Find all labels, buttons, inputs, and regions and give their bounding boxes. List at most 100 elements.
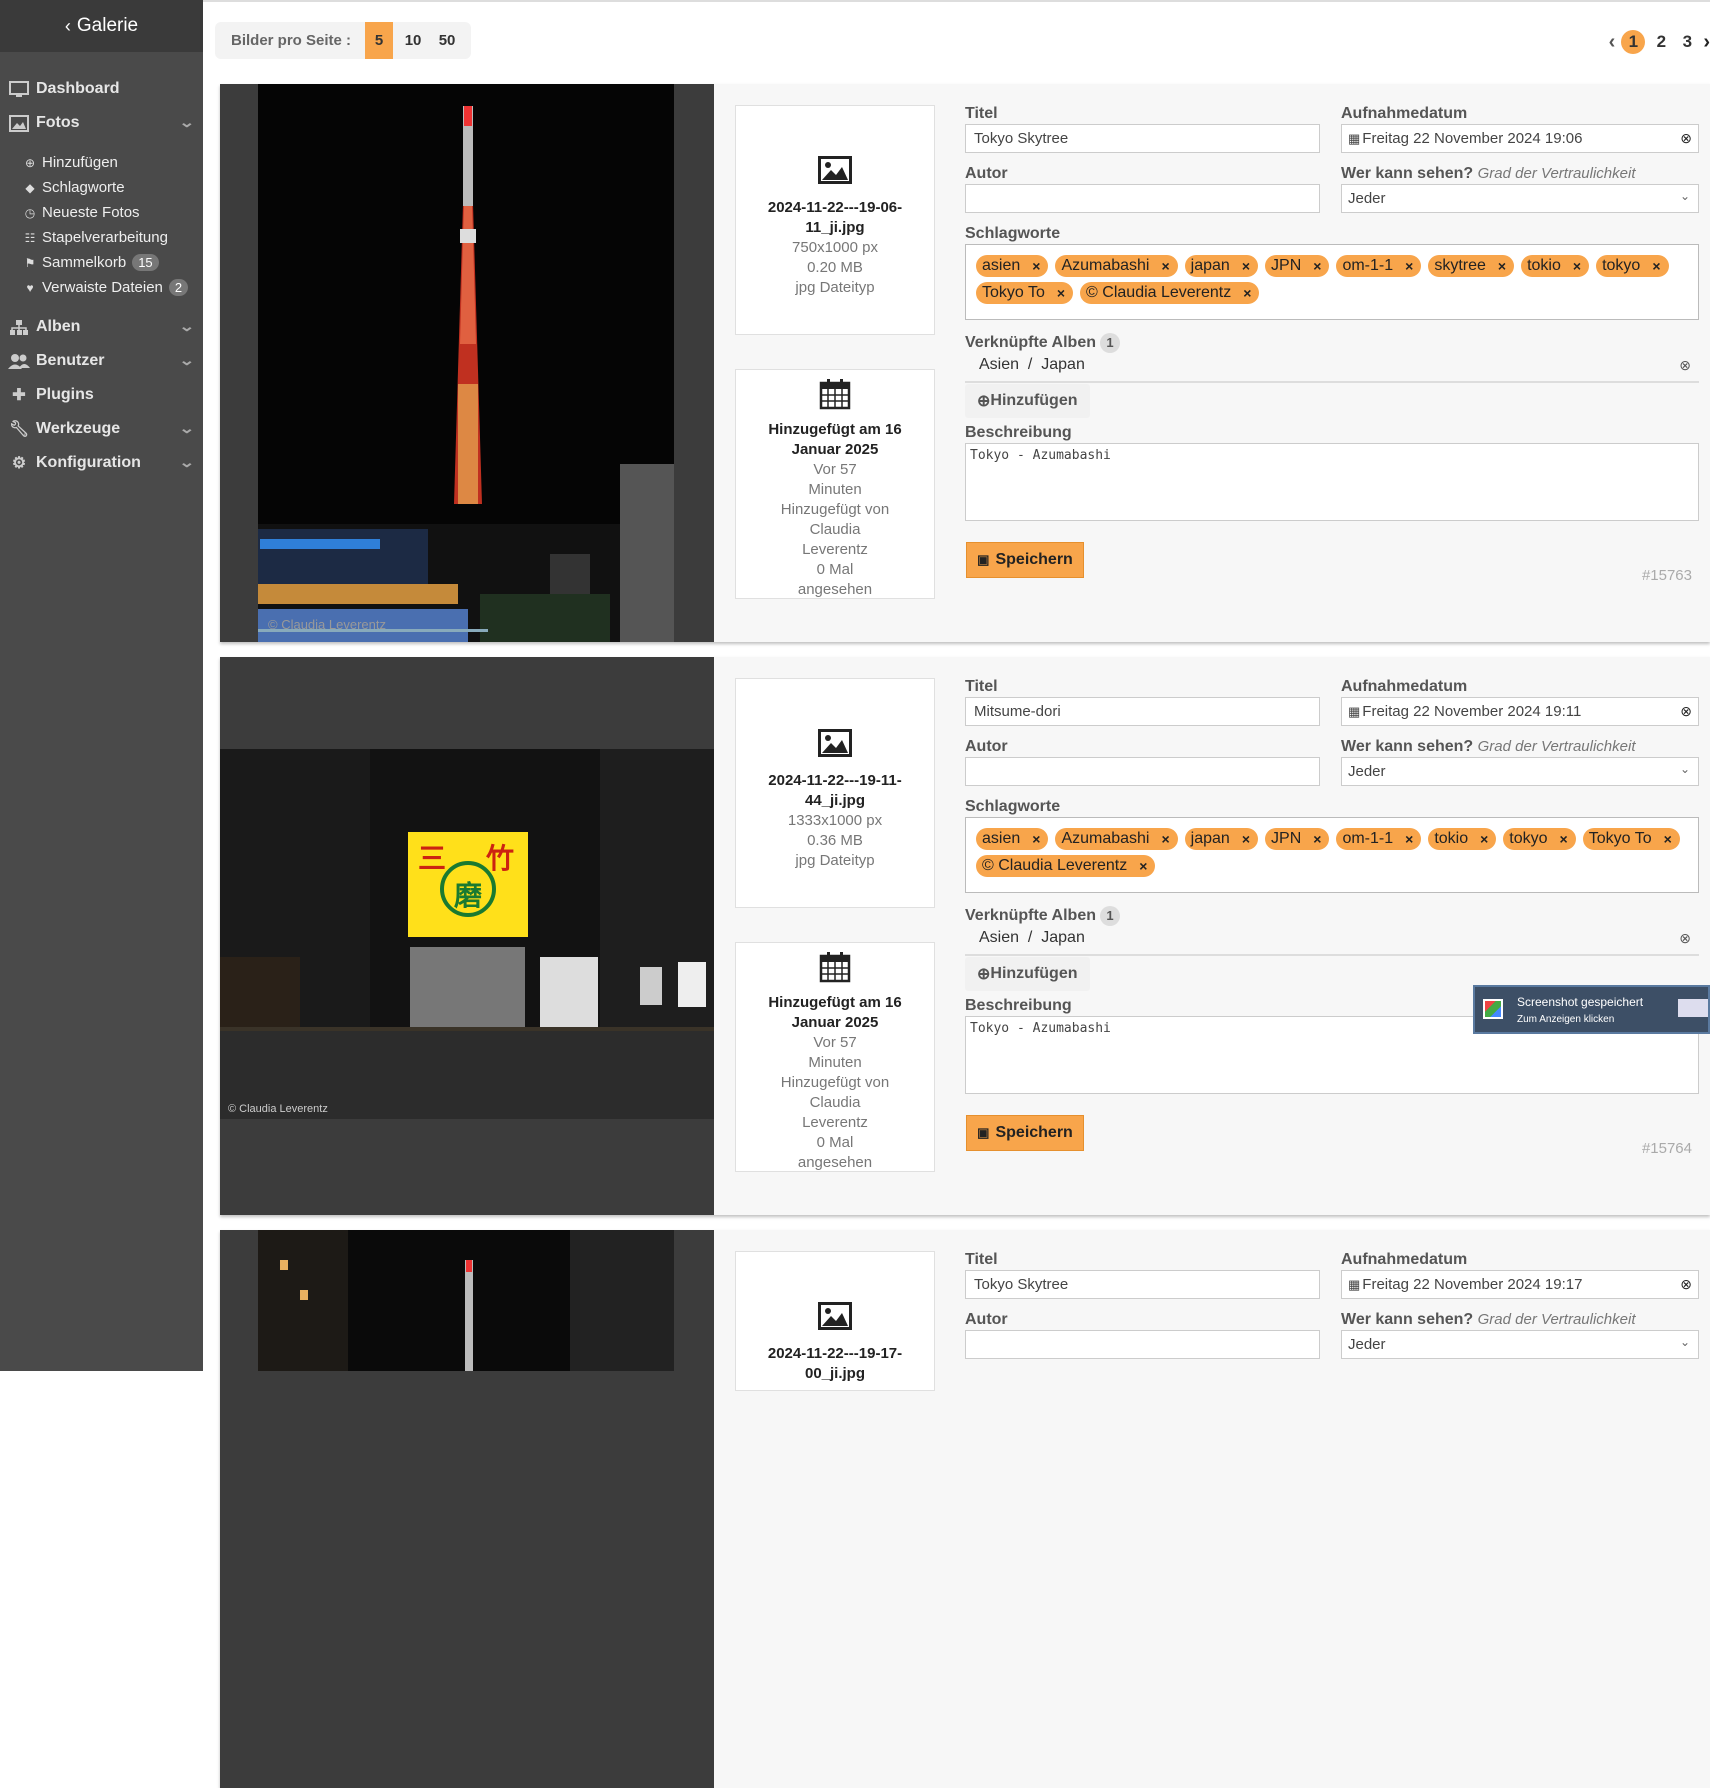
tag[interactable]: om-1-1 × <box>1336 828 1422 850</box>
clear-icon[interactable]: ⊗ <box>1680 1276 1692 1293</box>
save-button[interactable]: ▣ Speichern <box>966 1115 1084 1151</box>
chevron-right-icon[interactable]: › <box>1703 31 1710 54</box>
sidebar-subitem-add[interactable]: ⊕ Hinzufügen <box>0 150 203 175</box>
date-input[interactable]: ▦ Freitag 22 November 2024 19:11 ⊗ <box>1341 697 1699 726</box>
tag-label: om-1-1 <box>1342 257 1394 274</box>
chevron-left-icon[interactable]: ‹ <box>1609 31 1616 54</box>
sidebar-item-konfiguration[interactable]: ⚙ Konfiguration ⌄ <box>0 446 203 480</box>
remove-tag-icon[interactable]: × <box>1498 258 1506 274</box>
remove-tag-icon[interactable]: × <box>1032 831 1040 847</box>
description-textarea[interactable]: Tokyo - Azumabashi <box>965 443 1699 521</box>
tags-field[interactable]: asien × Azumabashi × japan × JPN × om-1-1 × t… <box>965 817 1699 893</box>
sidebar-subitem-label: Sammelkorb <box>42 254 127 271</box>
remove-tag-icon[interactable]: × <box>1560 831 1568 847</box>
tag[interactable]: © Claudia Leverentz × <box>1080 282 1260 304</box>
sidebar-subitem-tags[interactable]: ◆ Schlagworte <box>0 175 203 200</box>
sidebar-subitem-batch[interactable]: ☷ Stapelverarbeitung <box>0 225 203 250</box>
album-path[interactable]: Asien / Japan <box>979 929 1085 947</box>
author-input[interactable] <box>965 757 1320 786</box>
page-1[interactable]: 1 <box>1621 30 1646 54</box>
tag[interactable]: tokyo × <box>1503 828 1576 850</box>
remove-tag-icon[interactable]: × <box>1242 258 1250 274</box>
per-page-option-5[interactable]: 5 <box>365 22 394 59</box>
album-path[interactable]: Asien / Japan <box>979 356 1085 374</box>
page-2[interactable]: 2 <box>1651 32 1671 52</box>
page-3[interactable]: 3 <box>1677 32 1697 52</box>
remove-tag-icon[interactable]: × <box>1242 831 1250 847</box>
tag[interactable]: asien × <box>976 255 1049 277</box>
sidebar-item-alben[interactable]: Alben ⌄ <box>0 310 203 344</box>
tag[interactable]: © Claudia Leverentz × <box>976 855 1156 877</box>
sidebar-subitem-newest[interactable]: ◷ Neueste Fotos <box>0 200 203 225</box>
tag-label: tokyo <box>1602 257 1641 274</box>
date-value: Freitag 22 November 2024 19:11 <box>1362 703 1582 720</box>
sidebar-item-plugins[interactable]: ✚ Plugins <box>0 378 203 412</box>
remove-tag-icon[interactable]: × <box>1405 258 1413 274</box>
sidebar-item-benutzer[interactable]: Benutzer ⌄ <box>0 344 203 378</box>
remove-tag-icon[interactable]: × <box>1313 831 1321 847</box>
remove-tag-icon[interactable]: × <box>1405 831 1413 847</box>
remove-album-icon[interactable]: ⊗ <box>1679 357 1691 374</box>
date-input[interactable]: ▦ Freitag 22 November 2024 19:17 ⊗ <box>1341 1270 1699 1299</box>
title-input[interactable]: Tokyo Skytree <box>965 1270 1320 1299</box>
remove-tag-icon[interactable]: × <box>1480 831 1488 847</box>
remove-tag-icon[interactable]: × <box>1313 258 1321 274</box>
add-album-button[interactable]: ⊕ Hinzufügen <box>965 384 1090 418</box>
clear-icon[interactable]: ⊗ <box>1680 130 1692 147</box>
tag[interactable]: JPN × <box>1265 828 1330 850</box>
tag[interactable]: Azumabashi × <box>1055 828 1178 850</box>
tag[interactable]: japan × <box>1184 828 1259 850</box>
tag[interactable]: Tokyo To × <box>1582 828 1680 850</box>
remove-tag-icon[interactable]: × <box>1161 831 1169 847</box>
screenshot-toast[interactable]: Screenshot gespeichert Zum Anzeigen klic… <box>1473 985 1710 1034</box>
tag[interactable]: skytree × <box>1428 255 1515 277</box>
tag[interactable]: tokio × <box>1428 828 1497 850</box>
tag[interactable]: Tokyo To × <box>976 282 1074 304</box>
remove-tag-icon[interactable]: × <box>1243 285 1251 301</box>
remove-tag-icon[interactable]: × <box>1664 831 1672 847</box>
sidebar-item-werkzeuge[interactable]: 🔧︎ Werkzeuge ⌄ <box>0 412 203 446</box>
title-input[interactable]: Mitsume-dori <box>965 697 1320 726</box>
photo-thumbnail[interactable]: © Claudia Leverentz <box>220 84 714 642</box>
visibility-select[interactable]: Jeder ⌄ <box>1341 757 1699 786</box>
save-button[interactable]: ▣ Speichern <box>966 542 1084 578</box>
remove-tag-icon[interactable]: × <box>1573 258 1581 274</box>
sidebar-item-dashboard[interactable]: Dashboard <box>0 72 203 106</box>
tag[interactable]: Azumabashi × <box>1055 255 1178 277</box>
sidebar-subitem-basket[interactable]: ⚑ Sammelkorb 15 <box>0 250 203 275</box>
back-to-gallery-link[interactable]: ‹ Galerie <box>0 0 203 52</box>
calendar-icon: ▦ <box>1348 703 1361 719</box>
sidebar-subitem-orphans[interactable]: ♥ Verwaiste Dateien 2 <box>0 275 203 300</box>
author-input[interactable] <box>965 184 1320 213</box>
photo-thumbnail[interactable]: 三 竹 磨 © Claudia Leverentz <box>220 657 714 1215</box>
sidebar-item-fotos[interactable]: Fotos ⌄ <box>0 106 203 140</box>
tag[interactable]: tokyo × <box>1596 255 1669 277</box>
tags-field[interactable]: asien × Azumabashi × japan × JPN × om-1-1 × s… <box>965 244 1699 320</box>
tag[interactable]: japan × <box>1184 255 1259 277</box>
author-input[interactable] <box>965 1330 1320 1359</box>
remove-tag-icon[interactable]: × <box>1057 285 1065 301</box>
clear-icon[interactable]: ⊗ <box>1680 703 1692 720</box>
tag[interactable]: tokio × <box>1521 255 1590 277</box>
photo-thumbnail[interactable] <box>220 1230 714 1788</box>
remove-tag-icon[interactable]: × <box>1161 258 1169 274</box>
tag[interactable]: asien × <box>976 828 1049 850</box>
tag-label: tokyo <box>1509 830 1548 847</box>
author-label: Autor <box>965 738 1008 755</box>
tag-label: asien <box>982 830 1021 847</box>
remove-album-icon[interactable]: ⊗ <box>1679 930 1691 947</box>
tag[interactable]: JPN × <box>1265 255 1330 277</box>
tag[interactable]: om-1-1 × <box>1336 255 1422 277</box>
remove-tag-icon[interactable]: × <box>1032 258 1040 274</box>
remove-tag-icon[interactable]: × <box>1652 258 1660 274</box>
count-badge: 2 <box>168 279 189 296</box>
per-page-option-50[interactable]: 50 <box>433 22 461 59</box>
add-album-button[interactable]: ⊕ Hinzufügen <box>965 957 1090 991</box>
remove-tag-icon[interactable]: × <box>1139 858 1147 874</box>
date-input[interactable]: ▦ Freitag 22 November 2024 19:06 ⊗ <box>1341 124 1699 153</box>
visibility-select[interactable]: Jeder ⌄ <box>1341 1330 1699 1359</box>
visibility-select[interactable]: Jeder ⌄ <box>1341 184 1699 213</box>
per-page-option-10[interactable]: 10 <box>399 22 427 59</box>
screenshot-app-icon <box>1483 999 1503 1019</box>
title-input[interactable]: Tokyo Skytree <box>965 124 1320 153</box>
